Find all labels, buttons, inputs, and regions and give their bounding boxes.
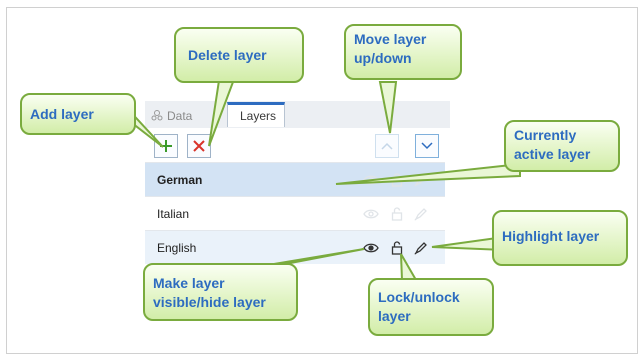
callout-make-visible: Make layer visible/hide layer (143, 263, 298, 321)
callout-delete-layer: Delete layer (174, 27, 304, 83)
callout-move-layer: Move layer up/down (344, 24, 462, 80)
callout-add-layer: Add layer (20, 93, 136, 135)
callout-currently-active: Currently active layer (504, 120, 620, 172)
callout-lock-unlock: Lock/unlock layer (368, 278, 494, 336)
callout-pointers (107, 73, 521, 281)
callout-highlight-layer: Highlight layer (492, 210, 628, 266)
